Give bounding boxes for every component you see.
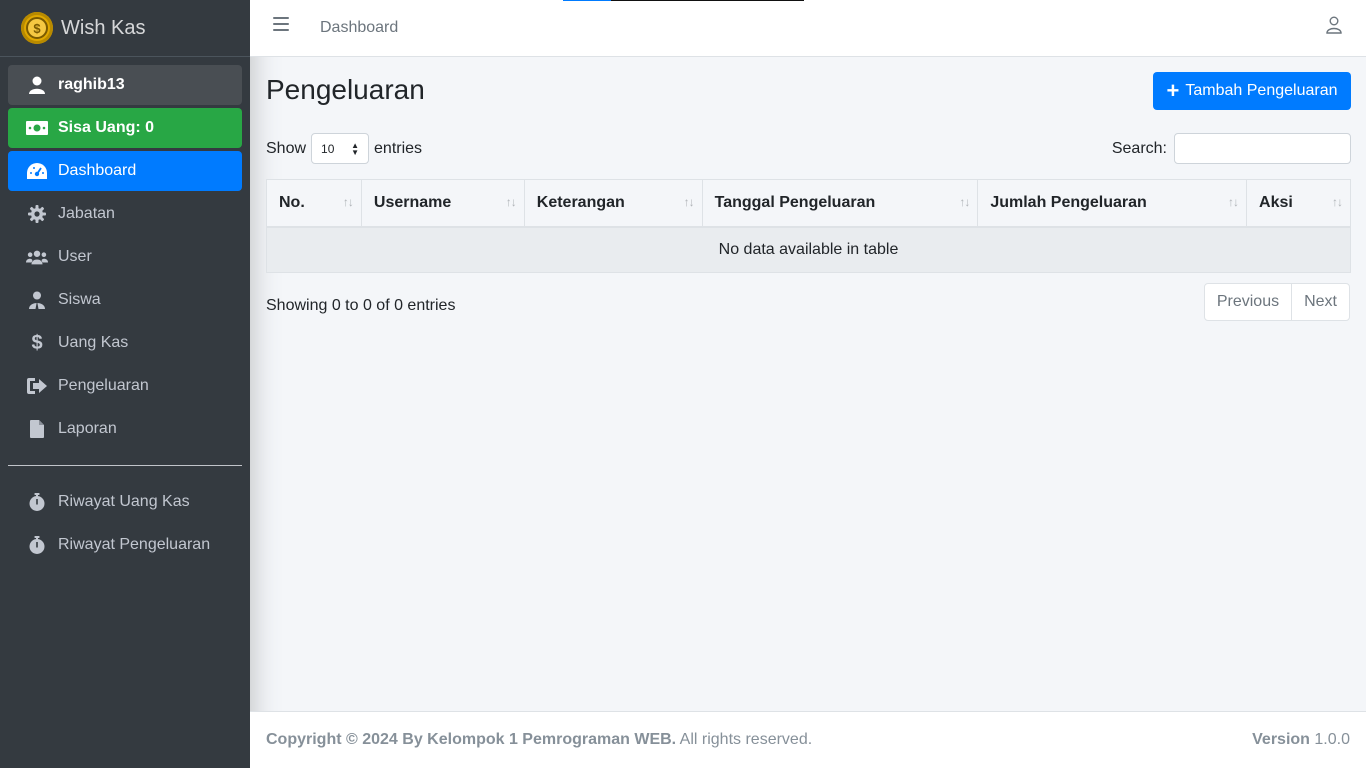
sidebar-item-laporan[interactable]: Laporan <box>8 409 242 449</box>
sidebar-item-siswa[interactable]: Siswa <box>8 280 242 320</box>
add-pengeluaran-button[interactable]: + Tambah Pengeluaran <box>1153 72 1351 110</box>
sort-icon: ↑↓ <box>342 195 354 209</box>
sidebar-item-riwayat-uang-kas[interactable]: Riwayat Uang Kas <box>8 482 242 522</box>
loading-bar <box>563 0 804 1</box>
column-header-jumlah[interactable]: Jumlah Pengeluaran ↑↓ <box>977 179 1248 228</box>
sidebar-divider <box>8 465 242 466</box>
top-navbar: Dashboard <box>250 0 1366 57</box>
money-bill-icon <box>26 118 48 138</box>
page-title: Pengeluaran <box>266 74 425 105</box>
nav-link-dashboard[interactable]: Dashboard <box>320 19 398 37</box>
dollar-icon: $ <box>31 331 43 354</box>
sidebar-item-user[interactable]: User <box>8 237 242 277</box>
sidebar-item-riwayat-pengeluaran[interactable]: Riwayat Pengeluaran <box>8 525 242 565</box>
student-icon <box>26 290 48 310</box>
table-row: No data available in table <box>266 226 1351 273</box>
previous-page-button[interactable]: Previous <box>1205 284 1291 320</box>
sidebar-item-label: User <box>58 248 92 265</box>
page-length-control: Show 10 ▲ ▼ entries <box>266 133 422 164</box>
sort-icon: ↑↓ <box>505 195 517 209</box>
column-header-tanggal[interactable]: Tanggal Pengeluaran ↑↓ <box>701 179 979 228</box>
sidebar: $ Wish Kas raghib13 Sisa Uang: 0 Dashboa… <box>0 0 250 768</box>
balance-text: Sisa Uang: 0 <box>58 119 155 136</box>
sidebar-item-label: Dashboard <box>58 162 137 179</box>
copyright: Copyright © 2024 By Kelompok 1 Pemrogram… <box>266 731 812 749</box>
copyright-rest: All rights reserved. <box>679 731 813 748</box>
sidebar-user-panel[interactable]: raghib13 <box>8 65 242 105</box>
version-info: Version 1.0.0 <box>1252 731 1350 749</box>
sidebar-item-dashboard[interactable]: Dashboard <box>8 151 242 191</box>
column-header-aksi[interactable]: Aksi ↑↓ <box>1246 179 1351 228</box>
sort-icon: ↑↓ <box>1332 195 1343 209</box>
balance-badge[interactable]: Sisa Uang: 0 <box>8 108 242 148</box>
column-header-username[interactable]: Username ↑↓ <box>360 179 525 228</box>
pengeluaran-table: No. ↑↓ Username ↑↓ Keterangan ↑↓ Tanggal Pe… <box>266 179 1351 273</box>
sidebar-item-label: Riwayat Uang Kas <box>58 493 190 510</box>
empty-table-message: No data available in table <box>266 226 1351 273</box>
show-label: Show <box>266 139 307 157</box>
stopwatch-icon <box>26 535 48 555</box>
page-size-select[interactable]: 10 ▲ ▼ <box>311 133 370 164</box>
brand-name: Wish Kas <box>61 16 146 39</box>
sidebar-username: raghib13 <box>58 76 125 93</box>
sidebar-item-label: Laporan <box>58 420 117 437</box>
version-value: 1.0.0 <box>1314 731 1350 748</box>
add-button-label: Tambah Pengeluaran <box>1185 82 1338 99</box>
column-header-keterangan[interactable]: Keterangan ↑↓ <box>523 179 703 228</box>
sidebar-item-label: Uang Kas <box>58 334 129 351</box>
sidebar-item-label: Pengeluaran <box>58 377 149 394</box>
sign-out-icon <box>26 376 48 396</box>
search-input[interactable] <box>1174 133 1351 164</box>
sidebar-item-label: Jabatan <box>58 205 115 222</box>
version-label: Version <box>1252 731 1310 748</box>
file-icon <box>26 419 48 439</box>
sidebar-item-pengeluaran[interactable]: Pengeluaran <box>8 366 242 406</box>
sidebar-item-uang-kas[interactable]: $ Uang Kas <box>8 323 242 363</box>
column-header-no[interactable]: No. ↑↓ <box>266 179 362 228</box>
brand-link[interactable]: $ Wish Kas <box>0 0 250 57</box>
page-size-value: 10 <box>321 141 335 156</box>
sidebar-item-jabatan[interactable]: Jabatan <box>8 194 242 234</box>
footer: Copyright © 2024 By Kelompok 1 Pemrogram… <box>250 711 1366 768</box>
table-header-row: No. ↑↓ Username ↑↓ Keterangan ↑↓ Tanggal Pe… <box>266 179 1351 228</box>
sidebar-nav: raghib13 Sisa Uang: 0 Dashboard Jabatan <box>0 57 250 565</box>
search-control: Search: <box>1112 133 1351 164</box>
pagination: Previous Next <box>1203 283 1350 321</box>
plus-icon: + <box>1166 78 1180 103</box>
search-label: Search: <box>1111 139 1167 157</box>
user-icon <box>26 75 48 95</box>
table-info: Showing 0 to 0 of 0 entries <box>266 297 456 314</box>
user-profile-icon[interactable] <box>1326 16 1342 34</box>
gear-icon <box>26 204 48 224</box>
sidebar-item-label: Siswa <box>58 291 101 308</box>
tachometer-icon <box>26 161 48 181</box>
users-icon <box>26 247 48 267</box>
sort-icon: ↑↓ <box>959 195 970 209</box>
entries-label: entries <box>374 139 423 157</box>
hamburger-menu-icon[interactable] <box>273 17 289 31</box>
next-page-button[interactable]: Next <box>1291 284 1349 320</box>
sort-caret-icon: ▲ ▼ <box>351 141 360 157</box>
copyright-bold: Copyright © 2024 By Kelompok 1 Pemrogram… <box>266 731 677 748</box>
sidebar-item-label: Riwayat Pengeluaran <box>58 536 211 553</box>
stopwatch-icon <box>26 492 48 512</box>
main-content: Pengeluaran + Tambah Pengeluaran Show 10… <box>250 57 1366 711</box>
sort-icon: ↑↓ <box>1228 195 1239 209</box>
sort-icon: ↑↓ <box>683 195 695 209</box>
coin-logo-icon: $ <box>21 12 53 44</box>
